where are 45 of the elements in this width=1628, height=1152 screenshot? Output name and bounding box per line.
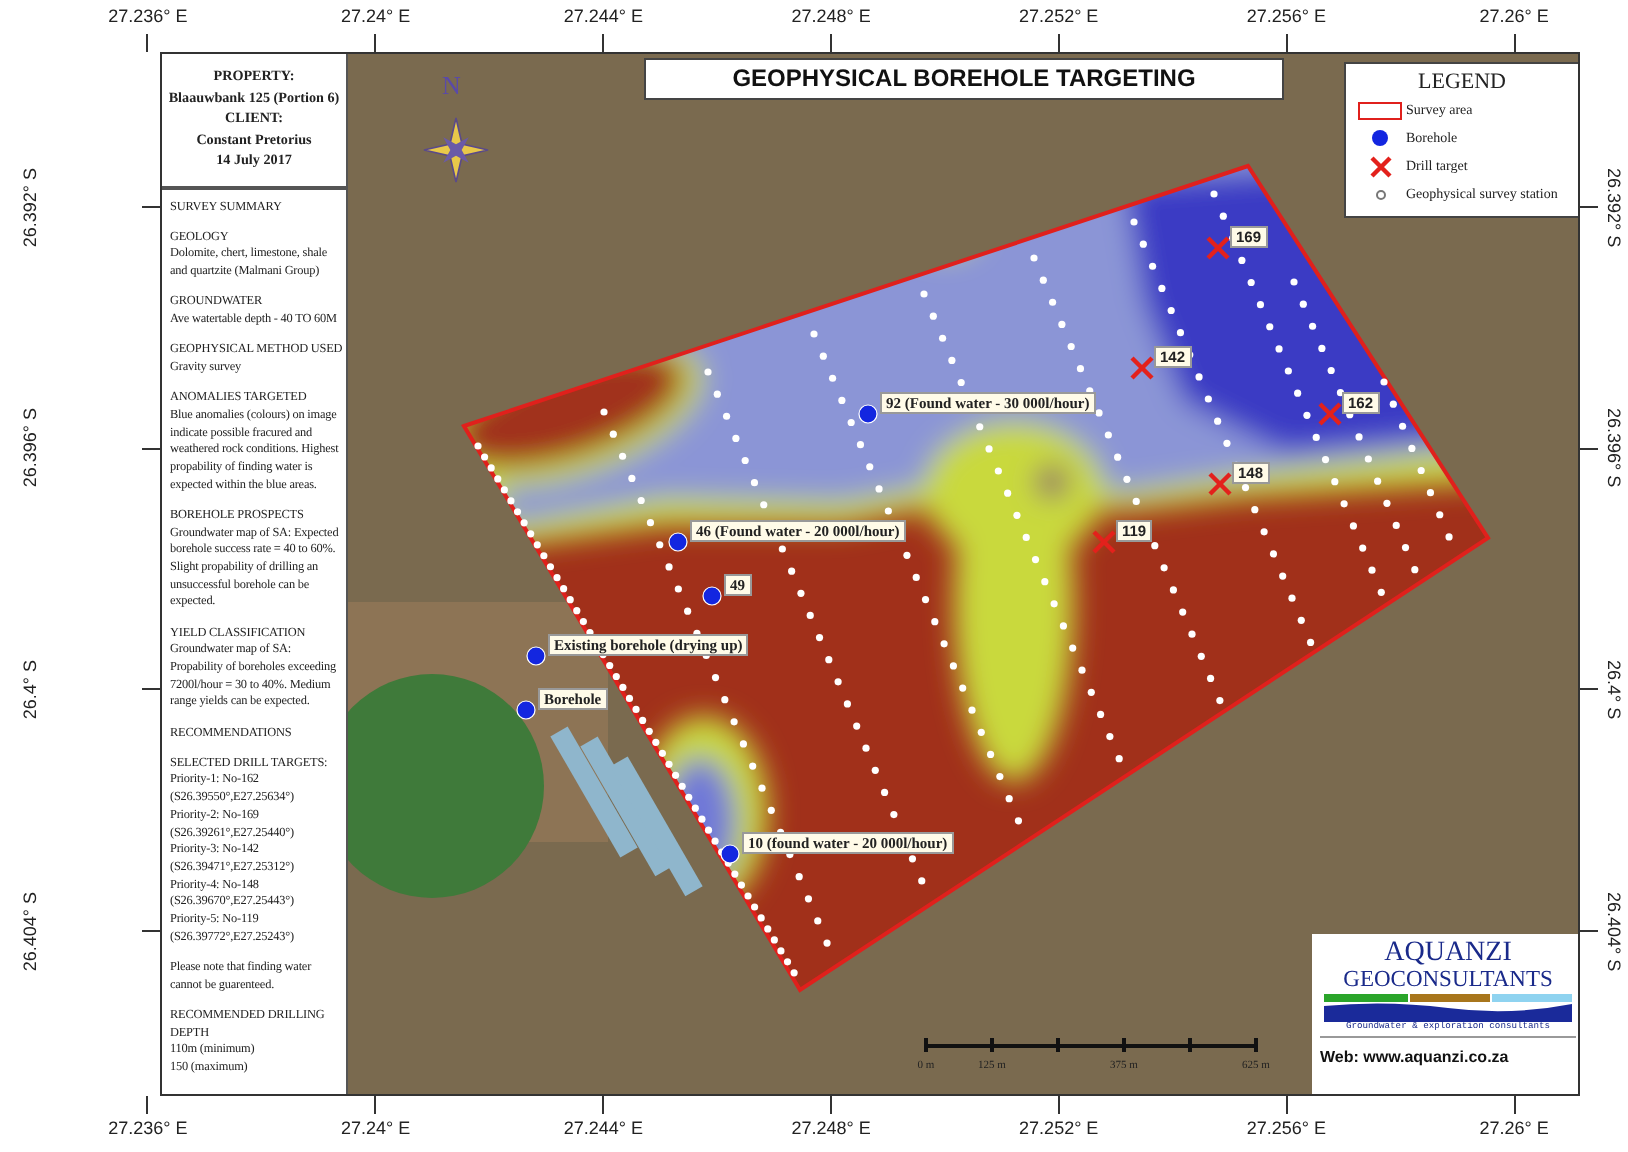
longitude-label: 27.252° E	[1019, 4, 1099, 28]
drill-target-marker	[1130, 356, 1154, 380]
drill-target-marker	[1092, 530, 1116, 554]
latitude-label: 26.4° S	[1602, 659, 1624, 720]
drill-target-marker	[1318, 402, 1342, 426]
longitude-label: 27.244° E	[563, 4, 643, 28]
latitude-label: 26.4° S	[20, 659, 42, 720]
latitude-label: 26.392° S	[1602, 167, 1624, 247]
latitude-label: 26.404° S	[20, 891, 42, 971]
borehole-marker	[668, 532, 688, 552]
longitude-label: 27.24° E	[340, 4, 411, 28]
survey-area-swatch	[1358, 101, 1402, 119]
longitude-label: 27.24° E	[340, 1116, 411, 1140]
longitude-label: 27.252° E	[1019, 1116, 1099, 1140]
drill-target-marker	[1206, 236, 1230, 260]
longitude-label: 27.244° E	[563, 1116, 643, 1140]
borehole-marker	[720, 844, 740, 864]
north-label: N	[442, 72, 461, 100]
station-circle-icon	[1375, 189, 1385, 199]
map-title: GEOPHYSICAL BOREHOLE TARGETING	[644, 58, 1284, 100]
website-text: Web: www.aquanzi.co.za	[1320, 1046, 1511, 1066]
latitude-label: 26.396° S	[20, 408, 42, 488]
latitude-label: 26.396° S	[1602, 408, 1624, 488]
cross-icon	[1369, 155, 1391, 177]
logo-name: AQUANZI	[1382, 940, 1514, 968]
latitude-label: 26.392° S	[20, 167, 42, 247]
borehole-marker	[526, 646, 546, 666]
latitude-label: 26.404° S	[1602, 891, 1624, 971]
drill-target-marker	[1208, 472, 1232, 496]
longitude-label: 27.236° E	[108, 4, 188, 28]
longitude-label: 27.26° E	[1479, 4, 1549, 28]
borehole-marker	[858, 404, 878, 424]
borehole-dot-icon	[1372, 130, 1388, 146]
legend-title: LEGEND	[1416, 70, 1508, 96]
longitude-label: 27.256° E	[1246, 1116, 1327, 1140]
borehole-marker	[516, 700, 536, 720]
longitude-label: 27.256° E	[1246, 4, 1327, 28]
logo-name: GEOCONSULTANTS	[1341, 968, 1555, 992]
borehole-marker	[702, 586, 722, 606]
longitude-label: 27.236° E	[108, 1116, 188, 1140]
logo-waves-icon	[1324, 994, 1572, 1022]
longitude-label: 27.248° E	[791, 4, 871, 28]
longitude-label: 27.26° E	[1479, 1116, 1549, 1140]
compass-rose-icon	[423, 117, 489, 183]
longitude-label: 27.248° E	[791, 1116, 871, 1140]
